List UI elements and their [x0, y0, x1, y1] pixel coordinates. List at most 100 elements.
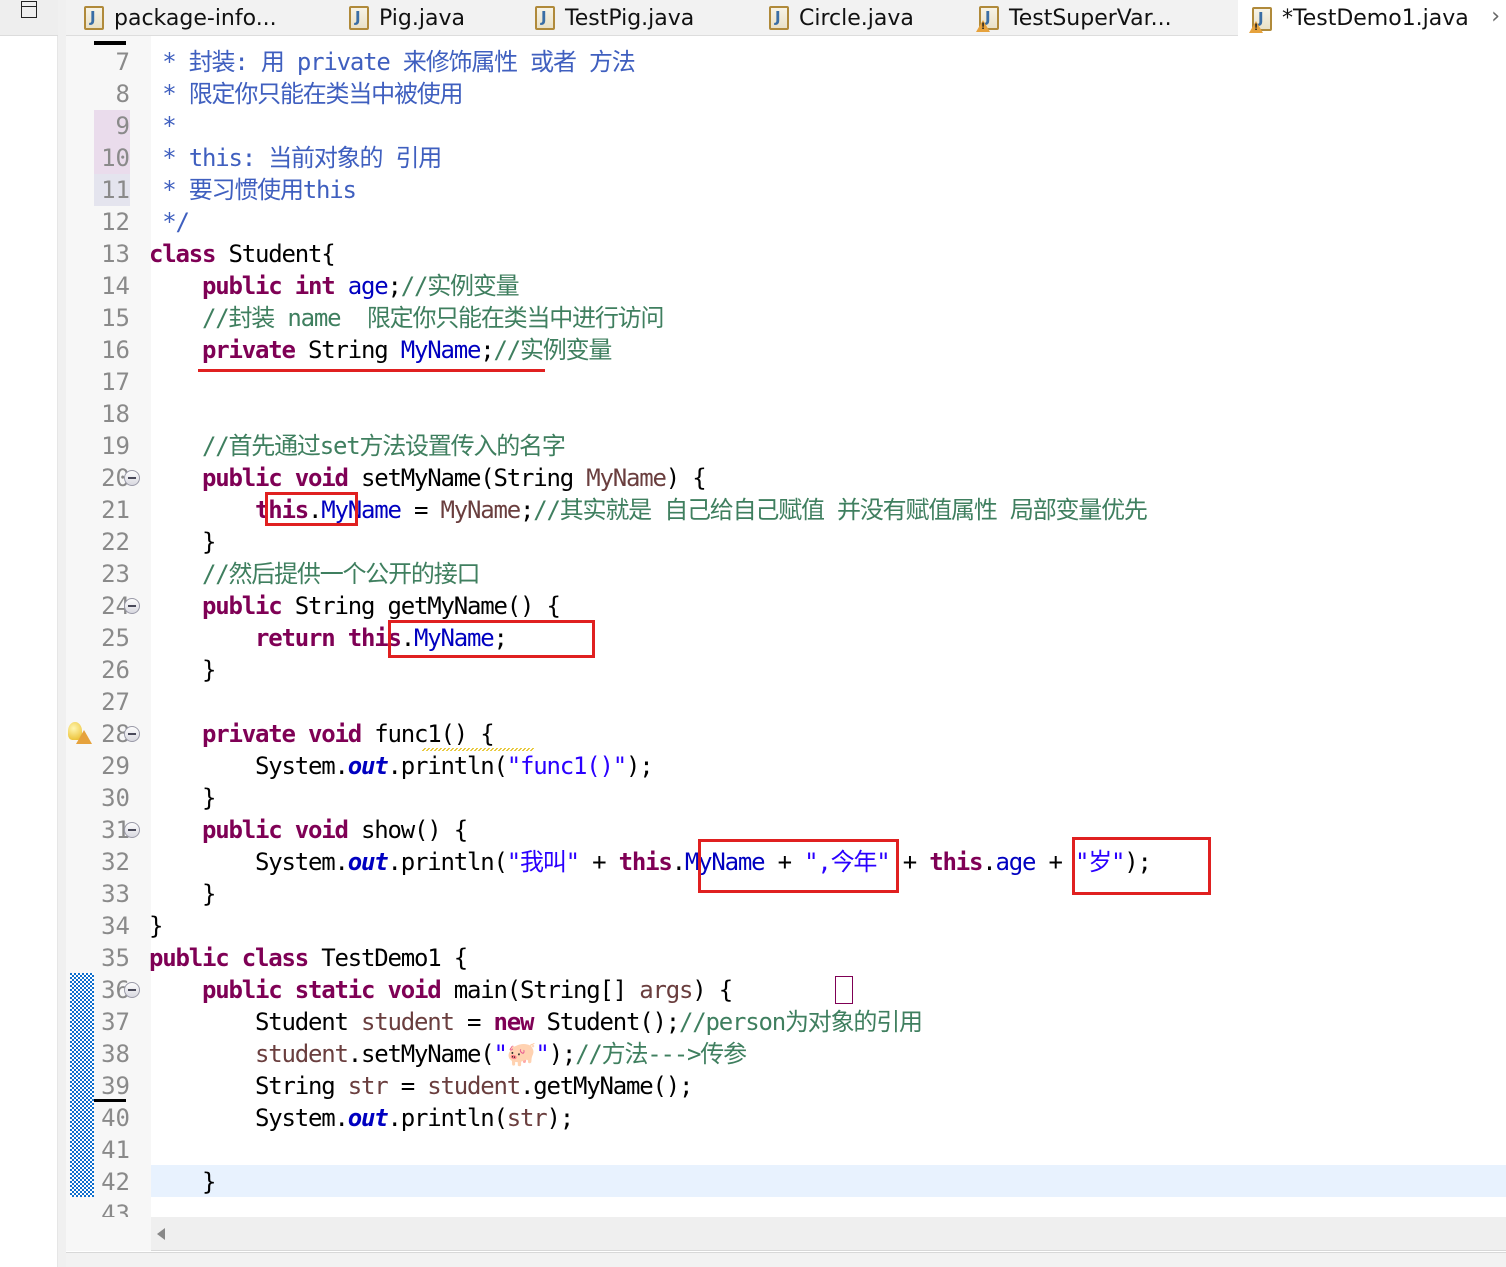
code-line: class Student{ — [149, 238, 336, 270]
javadoc-comment: * 限定你只能在类当中被使用 — [149, 80, 463, 108]
line-number: 21 — [101, 496, 130, 524]
tab-pig-java[interactable]: J Pig.java — [349, 0, 465, 36]
line-number: 22 — [101, 528, 130, 556]
code-text: String — [149, 1072, 348, 1100]
line-number: 34 — [101, 912, 130, 940]
javadoc-comment: * 要习惯使用this — [149, 176, 357, 204]
code-text: .setMyName( — [347, 1040, 495, 1068]
line-number: 33 — [101, 880, 130, 908]
code-line: * — [149, 110, 176, 142]
code-line: System.out.println("我叫" + this.MyName + … — [149, 846, 1152, 878]
code-line: } — [149, 782, 216, 814]
java-file-icon: J — [84, 6, 104, 30]
annotation-box-return-this — [388, 620, 595, 658]
collapse-fold-icon[interactable] — [124, 822, 140, 838]
line-number: 27 — [101, 688, 130, 716]
code-line: Student student = new Student();//person… — [149, 1006, 923, 1038]
tab-circle-java[interactable]: J Circle.java — [769, 0, 914, 36]
code-text: System. — [149, 752, 349, 780]
line-number: 43 — [101, 1200, 130, 1217]
tab-package-info[interactable]: J package-info... — [84, 0, 277, 36]
static-field: out — [347, 848, 389, 876]
tab-label: TestPig.java — [565, 5, 695, 31]
code-text: setMyName(String — [347, 464, 587, 492]
code-text: String — [294, 336, 401, 364]
javadoc-comment: * 封装: 用 private 来修饰属性 或者 方法 — [149, 48, 636, 76]
line-number: 7 — [115, 48, 130, 76]
keyword: public — [202, 272, 283, 300]
collapse-fold-icon[interactable] — [124, 726, 140, 742]
tab-testsupervar[interactable]: J TestSuperVar... — [976, 0, 1172, 36]
line-number: 38 — [101, 1040, 130, 1068]
keyword: this — [618, 848, 673, 876]
static-field: out — [347, 752, 389, 780]
horizontal-scrollbar[interactable] — [66, 1217, 1506, 1251]
code-editor[interactable]: 7 * 封装: 用 private 来修饰属性 或者 方法 8 * 限定你只能在类… — [66, 36, 1506, 1217]
warning-icon — [976, 20, 990, 32]
collapse-fold-icon[interactable] — [124, 470, 140, 486]
java-file-icon: J — [976, 6, 999, 32]
code-text: = — [387, 1072, 428, 1100]
code-line: //封装 name 限定你只能在类当中进行访问 — [149, 302, 664, 334]
code-text: + — [1035, 848, 1075, 876]
keyword: public — [202, 464, 283, 492]
keyword: class — [241, 944, 309, 972]
code-text: System. — [149, 848, 349, 876]
code-text: .println( — [387, 752, 508, 780]
keyword: int — [294, 272, 336, 300]
code-line: * 封装: 用 private 来修饰属性 或者 方法 — [149, 46, 636, 78]
local-variable: MyName — [440, 496, 522, 524]
collapse-fold-icon[interactable] — [124, 982, 140, 998]
warning-icon[interactable] — [76, 730, 92, 744]
code-text: . — [982, 848, 996, 876]
code-text: main(String[] — [440, 976, 640, 1004]
code-text: Student(); — [533, 1008, 680, 1036]
scroll-left-arrow-icon[interactable] — [157, 1228, 165, 1240]
collapse-fold-icon[interactable] — [124, 598, 140, 614]
code-text: .println( — [387, 1104, 508, 1132]
panel-sash[interactable] — [58, 0, 66, 1267]
local-variable: str — [506, 1104, 548, 1132]
tab-label: *TestDemo1.java — [1282, 6, 1469, 31]
line-number: 41 — [101, 1136, 130, 1164]
quick-diff-change-marker[interactable] — [70, 973, 94, 1197]
scroll-marker — [94, 41, 126, 45]
tab-testdemo1-java[interactable]: J *TestDemo1.java — [1238, 0, 1506, 37]
tab-testpig-java[interactable]: J TestPig.java — [535, 0, 694, 36]
code-text: } — [149, 1168, 216, 1196]
javadoc-comment: * this: 当前对象的 引用 — [149, 144, 442, 172]
code-text: String getMyName() { — [281, 592, 561, 620]
local-variable: MyName — [586, 464, 667, 492]
code-line: } — [149, 654, 216, 686]
code-text: System. — [149, 1104, 349, 1132]
keyword: public — [202, 592, 283, 620]
string-literal: "func1()" — [506, 752, 627, 780]
comment: //其实就是 自己给自己赋值 并没有赋值属性 局部变量优先 — [533, 496, 1148, 524]
keyword: return — [255, 624, 336, 652]
code-text: .getMyName(); — [520, 1072, 693, 1100]
comment: //person为对象的引用 — [679, 1008, 923, 1036]
field-name: age — [995, 848, 1036, 876]
keyword: private — [202, 720, 296, 748]
code-line: System.out.println("func1()"); — [149, 750, 654, 782]
tab-overflow-chevron-icon[interactable]: › — [1491, 4, 1500, 29]
java-file-icon: J — [769, 6, 789, 30]
code-text: func1() { — [361, 720, 494, 748]
bottom-panel-border — [66, 1252, 1506, 1267]
keyword: void — [294, 816, 349, 844]
editor-tab-bar: J package-info... J Pig.java J TestPig.j… — [66, 0, 1506, 37]
restore-view-icon[interactable] — [21, 1, 37, 18]
keyword: public — [149, 944, 230, 972]
comment: //然后提供一个公开的接口 — [202, 560, 481, 588]
code-text: TestDemo1 { — [308, 944, 468, 972]
